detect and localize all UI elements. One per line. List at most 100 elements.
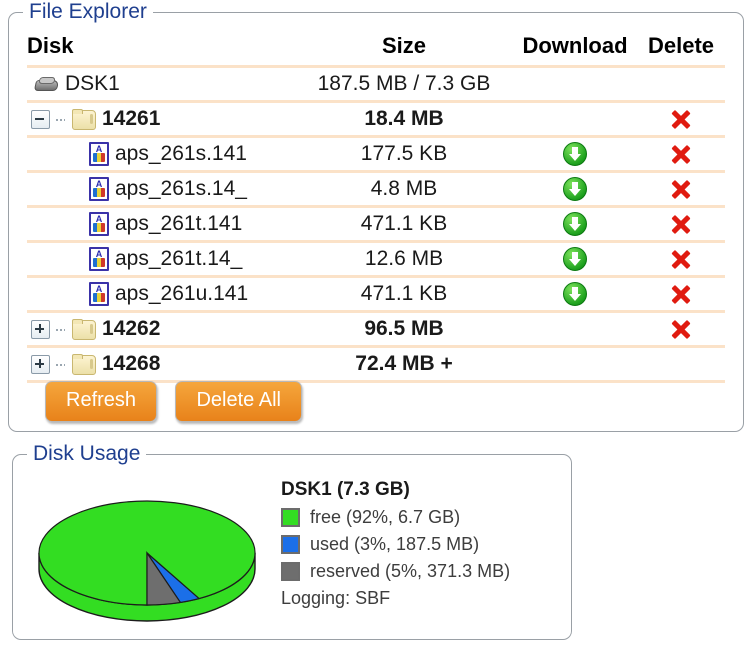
download-icon[interactable] [563,282,587,307]
table-row[interactable]: DSK1 187.5 MB / 7.3 GB [27,66,725,103]
cell-name: 14261 [27,101,295,138]
column-header-size: Size [295,31,513,68]
row-name-label: aps_261s.14_ [115,177,247,200]
column-header-download: Download [513,31,637,68]
cell-download [513,171,637,208]
cell-name: Aaps_261t.141 [27,206,295,243]
cell-name: 14262 [27,311,295,348]
file-icon: A [89,142,109,166]
cell-download [513,241,637,278]
delete-icon[interactable] [670,213,692,235]
cell-download [513,206,637,243]
table-row[interactable]: Aaps_261s.14_ 4.8 MB [27,171,725,208]
cell-size: 18.4 MB [295,101,513,138]
refresh-button[interactable]: Refresh [45,381,158,422]
table-row[interactable]: Aaps_261t.141 471.1 KB [27,206,725,243]
table-row[interactable]: Aaps_261s.141 177.5 KB [27,136,725,173]
cell-name: Aaps_261u.141 [27,276,295,313]
legend-item: free (92%, 6.7 GB) [281,507,561,528]
disk-usage-legend: Disk Usage [27,443,147,465]
cell-download [513,66,637,103]
folder-icon [72,319,96,340]
cell-delete [637,101,725,138]
download-icon[interactable] [563,212,587,237]
legend-label: free (92%, 6.7 GB) [310,507,461,527]
delete-icon[interactable] [670,283,692,305]
table-row[interactable]: 14268 72.4 MB + [27,346,725,383]
cell-name: DSK1 [27,66,295,103]
cell-name: Aaps_261s.14_ [27,171,295,208]
tree-connector-icon [56,111,66,128]
cell-delete [637,276,725,313]
disk-usage-pie-chart [29,483,265,623]
row-name-label: aps_261s.141 [115,142,247,165]
legend-swatch-used [281,535,300,554]
legend-swatch-reserved [281,562,300,581]
disk-usage-legend-block: DSK1 (7.3 GB) free (92%, 6.7 GB) used (3%… [281,479,561,609]
table-header-row: Disk Size Download Delete [27,31,725,68]
table-row[interactable]: 14261 18.4 MB [27,101,725,138]
cell-download [513,311,637,348]
file-explorer-legend: File Explorer [23,1,153,23]
collapse-icon[interactable] [31,109,50,129]
row-name-label: DSK1 [65,72,120,95]
cell-size: 471.1 KB [295,276,513,313]
row-name-label: aps_261t.14_ [115,247,243,270]
cell-size: 177.5 KB [295,136,513,173]
file-icon: A [89,177,109,201]
table-row[interactable]: Aaps_261u.141 471.1 KB [27,276,725,313]
cell-size: 72.4 MB + [295,346,513,383]
logging-status: Logging: SBF [281,588,391,608]
pie-chart-svg [38,500,256,622]
cell-download [513,101,637,138]
cell-delete [637,171,725,208]
cell-size: 96.5 MB [295,311,513,348]
table-row[interactable]: 14262 96.5 MB [27,311,725,348]
disk-usage-panel: Disk Usage DSK1 (7.3 GB) free (92%, 6.7 … [12,443,572,640]
row-name-label: 14262 [102,317,161,340]
cell-delete [637,241,725,278]
column-header-disk: Disk [27,31,295,68]
folder-icon [72,109,96,130]
cell-delete [637,311,725,348]
cell-delete [637,136,725,173]
file-icon: A [89,212,109,236]
chart-title: DSK1 (7.3 GB) [281,479,410,500]
file-icon: A [89,282,109,306]
download-icon[interactable] [563,247,587,272]
cell-download [513,276,637,313]
legend-item: used (3%, 187.5 MB) [281,534,561,555]
row-name-label: aps_261t.141 [115,212,243,235]
row-name-label: 14261 [102,107,161,130]
cell-name: Aaps_261s.141 [27,136,295,173]
column-header-delete: Delete [637,31,725,68]
download-icon[interactable] [563,177,587,202]
cell-download [513,346,637,383]
row-name-label: aps_261u.141 [115,282,249,305]
legend-label: used (3%, 187.5 MB) [310,534,480,554]
table-row[interactable]: Aaps_261t.14_ 12.6 MB [27,241,725,278]
delete-all-button[interactable]: Delete All [175,381,302,422]
cell-delete [637,346,725,383]
cell-name: 14268 [27,346,295,383]
delete-icon[interactable] [670,108,692,130]
expand-icon[interactable] [31,319,50,339]
tree-connector-icon [56,321,66,338]
delete-icon[interactable] [670,178,692,200]
delete-icon[interactable] [670,318,692,340]
delete-icon[interactable] [670,248,692,270]
cell-size: 187.5 MB / 7.3 GB [295,66,513,103]
toolbar-buttons: Refresh Delete All [45,381,316,422]
legend-swatch-free [281,508,300,527]
file-list-table: Disk Size Download Delete DSK1 187.5 MB /… [27,31,725,383]
file-icon: A [89,247,109,271]
download-icon[interactable] [563,142,587,167]
expand-icon[interactable] [31,354,50,374]
tree-connector-icon [56,356,66,373]
cell-size: 471.1 KB [295,206,513,243]
delete-icon[interactable] [670,143,692,165]
legend-label: reserved (5%, 371.3 MB) [310,561,511,581]
cell-delete [637,66,725,103]
cell-download [513,136,637,173]
pie-slices [38,500,256,606]
